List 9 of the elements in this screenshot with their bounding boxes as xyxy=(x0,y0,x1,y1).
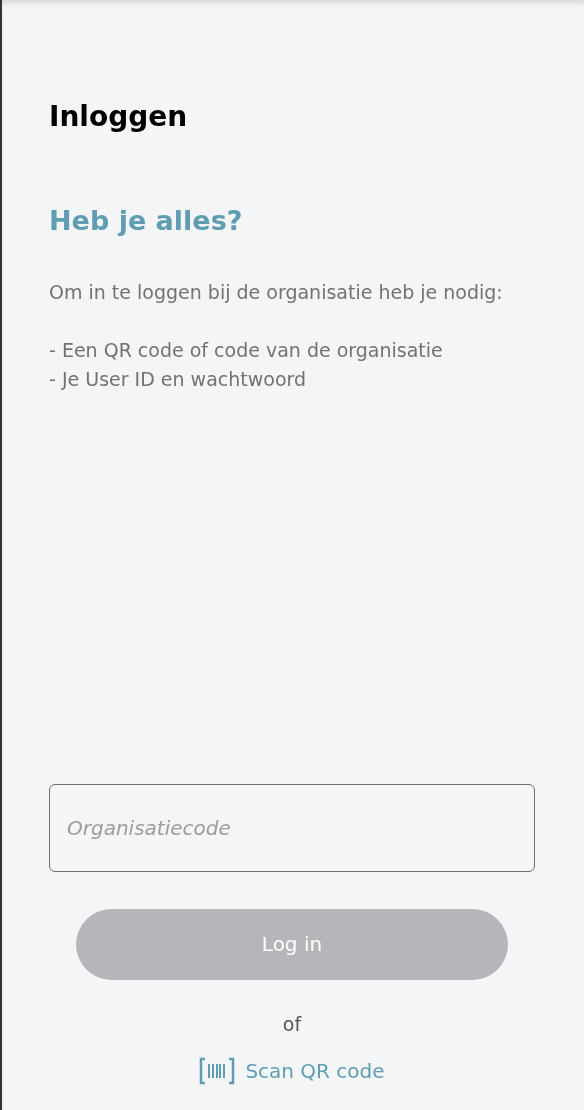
separator-text: of xyxy=(282,1011,302,1037)
organisation-code-field[interactable]: Organisatiecode xyxy=(49,783,535,872)
scan-qr-link[interactable]: Scan QR code xyxy=(199,1056,385,1086)
page-title: Inloggen xyxy=(49,99,189,135)
requirement-item: - Een QR code of code van de organisatie xyxy=(49,338,444,363)
section-heading: Heb je alles? xyxy=(49,204,244,238)
barcode-scan-icon xyxy=(199,1057,236,1085)
intro-text: Om in te loggen bij de organisatie heb je nodig: xyxy=(49,280,504,305)
requirement-item: - Je User ID en wachtwoord xyxy=(49,367,308,392)
